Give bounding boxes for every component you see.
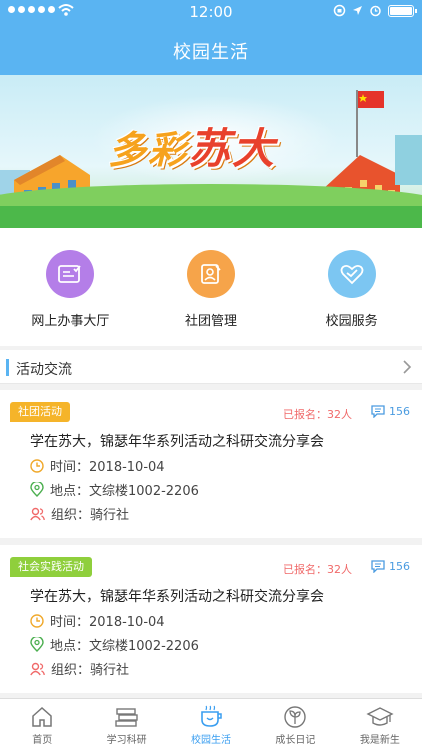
location-pin-icon — [30, 482, 44, 497]
shortcut-grid: 网上办事大厅 社团管理 校园服务 — [0, 228, 422, 346]
app-header: 12:00 校园生活 — [0, 0, 422, 75]
tab-home[interactable]: 首页 — [0, 699, 84, 750]
shortcut-label: 网上办事大厅 — [31, 314, 110, 329]
page-title: 校园生活 — [173, 42, 249, 63]
comment-count[interactable]: 156 — [371, 405, 410, 418]
heart-shield-icon — [327, 250, 376, 298]
rotation-lock-icon — [333, 4, 346, 17]
section-title: 活动交流 — [16, 362, 72, 378]
activity-time: 时间：2018-10-04 — [30, 611, 165, 630]
tab-campus-life[interactable]: 校园生活 — [169, 699, 253, 750]
enrolled-count: 已报名：32人 — [283, 563, 352, 576]
activity-time: 时间：2018-10-04 — [30, 456, 165, 475]
shortcut-club-management[interactable]: 社团管理 — [141, 228, 282, 346]
activity-card[interactable]: 社团活动 已报名：32人 156 学在苏大，锦瑟年华系列活动之科研交流分享会 时… — [0, 390, 422, 538]
battery-icon — [388, 4, 417, 17]
comment-icon — [371, 405, 385, 418]
users-icon — [30, 662, 45, 675]
shortcut-campus-service[interactable]: 校园服务 — [281, 228, 422, 346]
activity-location: 地点：文综楼1002-2206 — [30, 480, 199, 499]
tab-growth-diary[interactable]: 成长日记 — [253, 699, 337, 750]
status-bar: 12:00 — [0, 0, 422, 24]
enrolled-count: 已报名：32人 — [283, 408, 352, 421]
activity-organizer: 组织：骑行社 — [30, 504, 129, 523]
chevron-right-icon[interactable] — [402, 359, 412, 375]
activity-tag: 社会实践活动 — [10, 557, 92, 577]
banner-title: 多彩苏大 — [108, 124, 277, 173]
location-pin-icon — [30, 637, 44, 652]
tab-study-research[interactable]: 学习科研 — [84, 699, 168, 750]
home-icon — [32, 706, 52, 727]
activity-title: 学在苏大，锦瑟年华系列活动之科研交流分享会 — [30, 434, 324, 450]
sprout-icon — [284, 706, 307, 728]
cup-icon — [201, 705, 222, 727]
location-icon — [353, 6, 362, 15]
shortcut-online-service-hall[interactable]: 网上办事大厅 — [0, 228, 141, 346]
users-icon — [30, 507, 45, 520]
clock-icon — [30, 458, 44, 473]
tab-freshman[interactable]: 我是新生 — [338, 699, 422, 750]
form-icon — [46, 250, 95, 298]
activity-card[interactable]: 社会实践活动 已报名：32人 156 学在苏大，锦瑟年华系列活动之科研交流分享会… — [0, 545, 422, 693]
comment-count[interactable]: 156 — [371, 560, 410, 573]
badge-icon — [187, 250, 235, 298]
comment-icon — [371, 560, 385, 573]
graduation-cap-icon — [366, 707, 394, 726]
shortcut-label: 校园服务 — [325, 314, 378, 329]
clock-icon — [30, 613, 44, 628]
activity-tag: 社团活动 — [10, 402, 70, 422]
activity-section-header[interactable]: 活动交流 — [0, 350, 422, 384]
bottom-tab-bar: 首页 学习科研 校园生活 成长日记 我是新生 — [0, 698, 422, 750]
alarm-icon — [370, 5, 381, 17]
shortcut-label: 社团管理 — [185, 314, 238, 329]
books-icon — [114, 708, 138, 727]
activity-title: 学在苏大，锦瑟年华系列活动之科研交流分享会 — [30, 589, 324, 605]
activity-location: 地点：文综楼1002-2206 — [30, 635, 199, 654]
section-accent-bar — [6, 359, 9, 376]
banner-image[interactable]: 多彩苏大 — [0, 75, 422, 228]
activity-organizer: 组织：骑行社 — [30, 659, 129, 678]
